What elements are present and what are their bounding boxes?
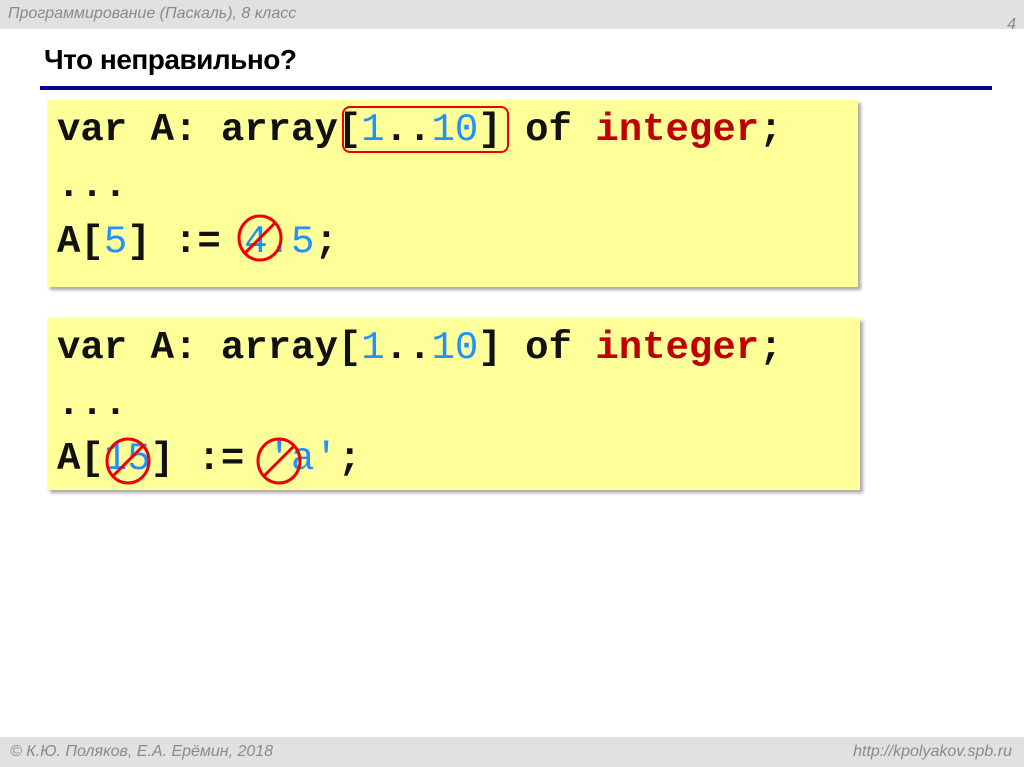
header-bar: Программирование (Паскаль), 8 класс 4 [0,0,1024,33]
highlight-box [342,106,509,153]
prohibited-icon [105,437,151,485]
footer-bar: © К.Ю. Поляков, Е.А. Ерёмин, 2018 http:/… [0,737,1024,767]
course-label: Программирование (Паскаль), 8 класс [8,5,297,22]
slide-title: Что неправильно? [44,44,297,75]
footer-url[interactable]: http://kpolyakov.spb.ru [853,743,1012,761]
code-line: A[5] := 4.5; [57,220,338,264]
code-line: var A: array[1..10] of integer; [57,326,783,370]
prohibited-icon [237,214,283,262]
title-divider [40,86,992,90]
code-block-2: var A: array[1..10] of integer; ... A[15… [47,318,860,490]
prohibited-icon [256,437,302,485]
footer-authors: © К.Ю. Поляков, Е.А. Ерёмин, 2018 [10,743,274,760]
code-line: ... [57,382,128,426]
page-number: 4 [1007,16,1016,33]
code-line: ... [57,164,128,208]
code-line: A[15] := 'a'; [57,437,362,481]
